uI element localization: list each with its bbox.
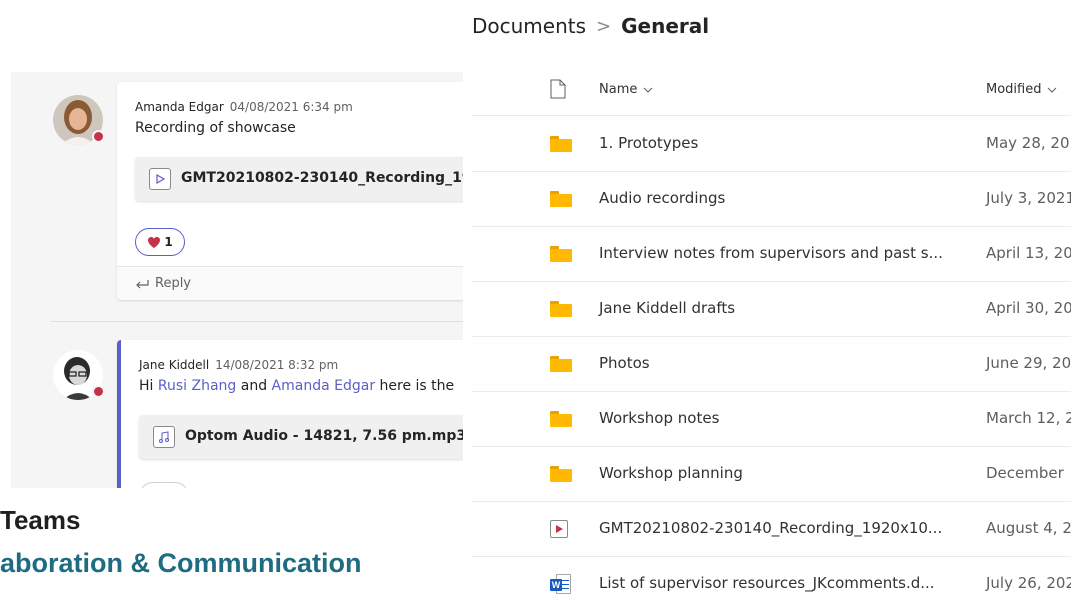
document-row[interactable]: Audio recordings July 3, 2021 bbox=[472, 172, 1071, 227]
document-name-link[interactable]: Workshop planning bbox=[599, 464, 743, 482]
document-modified-date: May 28, 20 bbox=[986, 134, 1070, 152]
column-header-modified[interactable]: Modified bbox=[986, 82, 1057, 97]
attachment-filename: Optom Audio - 14821, 7.56 pm.mp3 bbox=[185, 428, 467, 444]
avatar-amanda-edgar[interactable] bbox=[53, 95, 105, 145]
document-library-panel: Documents > General Name Modified 1. Pro… bbox=[463, 0, 1071, 601]
mention-rusi-zhang[interactable]: Rusi Zhang bbox=[158, 378, 236, 394]
reply-arrow-icon bbox=[136, 279, 149, 288]
message-text: Hi Rusi Zhang and Amanda Edgar here is t… bbox=[139, 378, 454, 394]
list-header: Name Modified bbox=[472, 68, 1071, 116]
document-name-link[interactable]: GMT20210802-230140_Recording_1920x10... bbox=[599, 519, 942, 537]
message-text-middle: and bbox=[236, 378, 272, 394]
document-name-link[interactable]: Photos bbox=[599, 354, 650, 372]
video-file-icon bbox=[149, 168, 171, 190]
document-name-link[interactable]: Workshop notes bbox=[599, 409, 719, 427]
slide-title-teams: Teams bbox=[0, 505, 81, 535]
slide-subtitle: aboration & Communication bbox=[0, 548, 362, 578]
folder-icon bbox=[550, 409, 572, 429]
document-name-link[interactable]: List of supervisor resources_JKcomments.… bbox=[599, 574, 935, 592]
breadcrumb-separator: > bbox=[596, 15, 612, 37]
message-text-suffix: here is the bbox=[375, 378, 455, 394]
reaction-heart-button[interactable]: 1 bbox=[135, 228, 185, 256]
folder-icon bbox=[550, 299, 572, 319]
document-modified-date: July 3, 2021 bbox=[986, 189, 1071, 207]
attachment-recording[interactable]: GMT20210802-230140_Recording_19 bbox=[135, 157, 481, 201]
document-modified-date: April 30, 20 bbox=[986, 299, 1071, 317]
message-divider bbox=[51, 321, 481, 322]
heart-icon bbox=[148, 236, 161, 248]
message-card-jane: Jane Kiddell 14/08/2021 8:32 pm Hi Rusi Z… bbox=[117, 340, 481, 488]
chevron-down-icon bbox=[1048, 87, 1057, 93]
folder-icon bbox=[550, 464, 572, 484]
column-modified-label: Modified bbox=[986, 82, 1042, 97]
audio-file-icon bbox=[153, 426, 175, 448]
document-row[interactable]: W List of supervisor resources_JKcomments… bbox=[472, 557, 1071, 601]
document-row[interactable]: 1. Prototypes May 28, 20 bbox=[472, 117, 1071, 172]
reaction-count: 1 bbox=[164, 235, 173, 249]
avatar-jane-kiddell[interactable] bbox=[53, 350, 105, 400]
reply-bar[interactable]: Reply bbox=[117, 266, 481, 300]
teams-chat-panel: Amanda Edgar 04/08/2021 6:34 pm Recording… bbox=[11, 72, 481, 488]
message-timestamp: 14/08/2021 8:32 pm bbox=[215, 358, 339, 372]
folder-icon bbox=[550, 189, 572, 209]
column-name-label: Name bbox=[599, 82, 638, 97]
file-type-column-icon[interactable] bbox=[550, 79, 566, 103]
document-row[interactable]: Photos June 29, 20 bbox=[472, 337, 1071, 392]
document-row[interactable]: Workshop planning December bbox=[472, 447, 1071, 502]
breadcrumb-current: General bbox=[621, 14, 710, 38]
attachment-filename: GMT20210802-230140_Recording_19 bbox=[181, 170, 472, 186]
document-row[interactable]: Workshop notes March 12, 2 bbox=[472, 392, 1071, 447]
attachment-audio[interactable]: Optom Audio - 14821, 7.56 pm.mp3 bbox=[139, 415, 481, 459]
message-card-amanda: Amanda Edgar 04/08/2021 6:34 pm Recording… bbox=[117, 82, 481, 300]
folder-icon bbox=[550, 134, 572, 154]
document-modified-date: March 12, 2 bbox=[986, 409, 1071, 427]
reaction-placeholder[interactable] bbox=[139, 482, 189, 488]
document-modified-date: July 26, 202 bbox=[986, 574, 1071, 592]
folder-icon bbox=[550, 244, 572, 264]
document-name-link[interactable]: 1. Prototypes bbox=[599, 134, 698, 152]
reply-label: Reply bbox=[155, 276, 192, 291]
document-row[interactable]: Jane Kiddell drafts April 30, 20 bbox=[472, 282, 1071, 337]
message-meta: Amanda Edgar 04/08/2021 6:34 pm bbox=[135, 100, 353, 114]
document-row[interactable]: GMT20210802-230140_Recording_1920x10... A… bbox=[472, 502, 1071, 557]
presence-busy-icon bbox=[92, 385, 105, 398]
message-timestamp: 04/08/2021 6:34 pm bbox=[229, 100, 353, 114]
document-modified-date: August 4, 2 bbox=[986, 519, 1071, 537]
message-text: Recording of showcase bbox=[135, 120, 296, 136]
document-name-link[interactable]: Jane Kiddell drafts bbox=[599, 299, 735, 317]
message-author[interactable]: Jane Kiddell bbox=[139, 358, 209, 372]
column-header-name[interactable]: Name bbox=[599, 82, 653, 97]
reply-button[interactable]: Reply bbox=[135, 276, 191, 291]
chevron-down-icon bbox=[644, 87, 653, 93]
document-modified-date: June 29, 20 bbox=[986, 354, 1071, 372]
word-document-icon: W bbox=[550, 574, 572, 594]
breadcrumb: Documents > General bbox=[472, 14, 709, 38]
document-name-link[interactable]: Audio recordings bbox=[599, 189, 725, 207]
message-text-prefix: Hi bbox=[139, 378, 158, 394]
document-modified-date: December bbox=[986, 464, 1064, 482]
document-row[interactable]: Interview notes from supervisors and pas… bbox=[472, 227, 1071, 282]
message-meta: Jane Kiddell 14/08/2021 8:32 pm bbox=[139, 358, 338, 372]
document-modified-date: April 13, 20 bbox=[986, 244, 1071, 262]
video-file-icon bbox=[550, 519, 572, 539]
document-name-link[interactable]: Interview notes from supervisors and pas… bbox=[599, 244, 943, 262]
folder-icon bbox=[550, 354, 572, 374]
presence-busy-icon bbox=[92, 130, 105, 143]
breadcrumb-documents[interactable]: Documents bbox=[472, 14, 586, 38]
mention-amanda-edgar[interactable]: Amanda Edgar bbox=[272, 378, 376, 394]
message-author[interactable]: Amanda Edgar bbox=[135, 100, 224, 114]
